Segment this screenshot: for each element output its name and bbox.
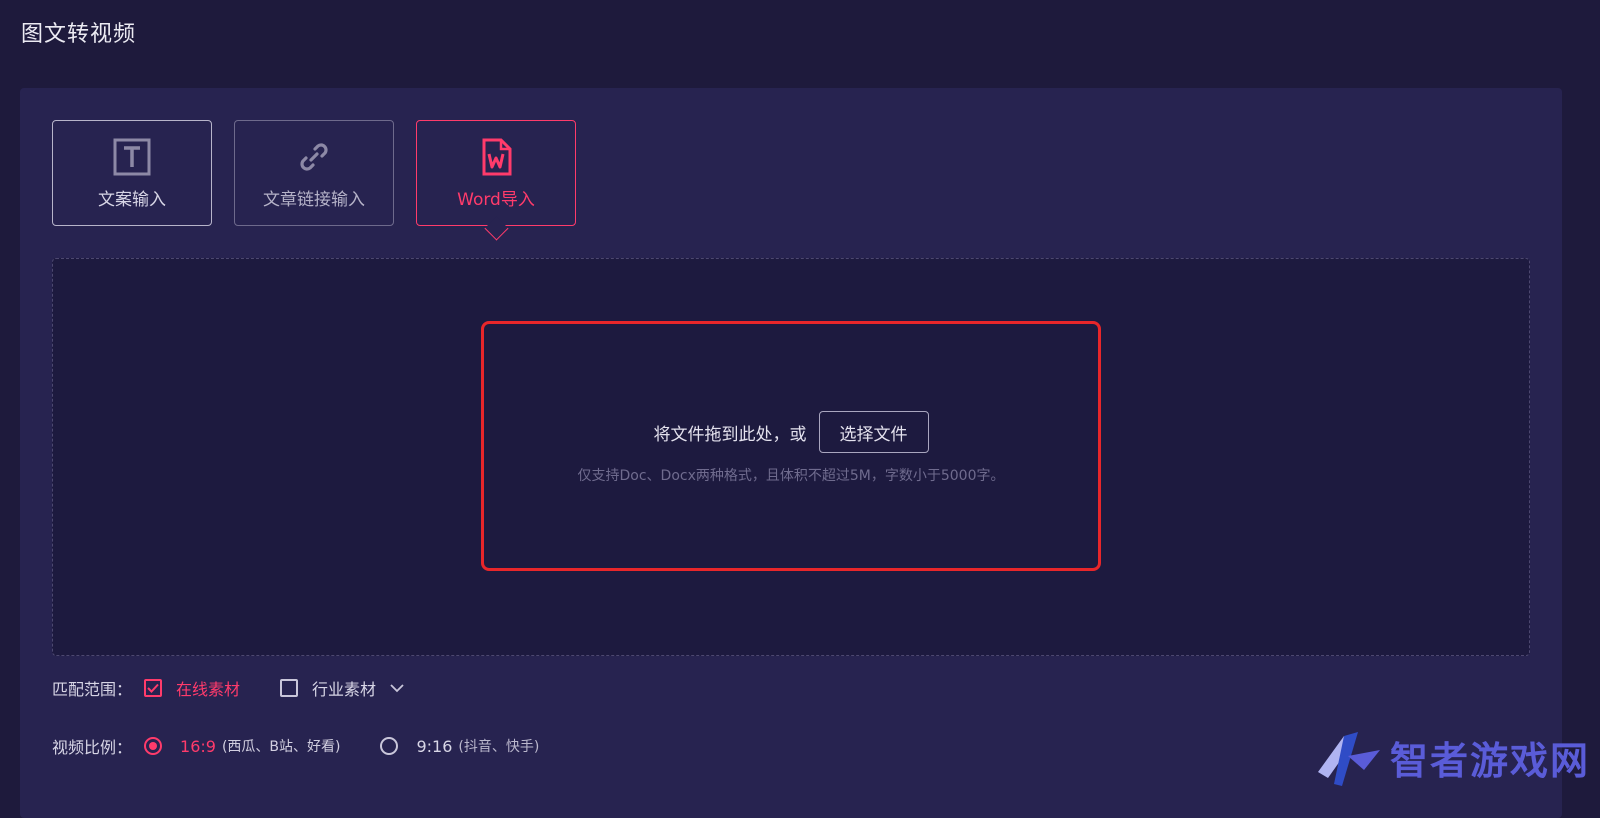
chevron-down-icon[interactable] (390, 681, 404, 695)
option-label: 16:9 (180, 737, 216, 756)
match-range-label: 匹配范围： (52, 676, 132, 700)
match-range-row: 匹配范围： 在线素材 行业素材 (52, 676, 404, 700)
tab-word-import[interactable]: Word导入 (416, 120, 576, 226)
checkbox-checked-icon[interactable] (144, 679, 162, 697)
main-panel: 文案输入 文章链接输入 (20, 88, 1562, 818)
option-9-16[interactable]: 9:16 (抖音、快手) (380, 736, 539, 756)
choose-file-button[interactable]: 选择文件 (819, 411, 929, 453)
checkbox-icon[interactable] (280, 679, 298, 697)
drag-text: 将文件拖到此处，或 (654, 420, 807, 445)
option-online-material[interactable]: 在线素材 (144, 676, 240, 700)
watermark-logo-icon (1314, 728, 1384, 794)
option-label: 在线素材 (176, 676, 240, 700)
radio-icon[interactable] (380, 737, 398, 755)
file-dropzone[interactable]: 将文件拖到此处，或 选择文件 仅支持Doc、Docx两种格式，且体积不超过5M，… (52, 258, 1530, 656)
radio-selected-icon[interactable] (144, 737, 162, 755)
option-sub-label: (西瓜、B站、好看) (222, 736, 341, 756)
link-icon (294, 137, 334, 177)
text-box-icon (112, 137, 152, 177)
format-hint: 仅支持Doc、Docx两种格式，且体积不超过5M，字数小于5000字。 (53, 465, 1529, 485)
aspect-ratio-label: 视频比例： (52, 734, 132, 758)
aspect-ratio-row: 视频比例： 16:9 (西瓜、B站、好看) 9:16 (抖音、快手) (52, 734, 579, 758)
tab-label: 文案输入 (98, 185, 166, 210)
option-sub-label: (抖音、快手) (458, 736, 539, 756)
input-mode-tabs: 文案输入 文章链接输入 (52, 120, 576, 226)
word-file-icon (476, 137, 516, 177)
tab-text-input[interactable]: 文案输入 (52, 120, 212, 226)
option-16-9[interactable]: 16:9 (西瓜、B站、好看) (144, 736, 340, 756)
option-label: 行业素材 (312, 676, 376, 700)
option-industry-material[interactable]: 行业素材 (280, 676, 404, 700)
tab-label: 文章链接输入 (263, 185, 365, 210)
drop-line: 将文件拖到此处，或 选择文件 (53, 411, 1529, 453)
tab-label: Word导入 (457, 185, 535, 210)
watermark: 智者游戏网 (1314, 728, 1590, 794)
watermark-text: 智者游戏网 (1390, 742, 1590, 780)
page-title: 图文转视频 (21, 16, 136, 48)
option-label: 9:16 (416, 737, 452, 756)
tab-link-input[interactable]: 文章链接输入 (234, 120, 394, 226)
